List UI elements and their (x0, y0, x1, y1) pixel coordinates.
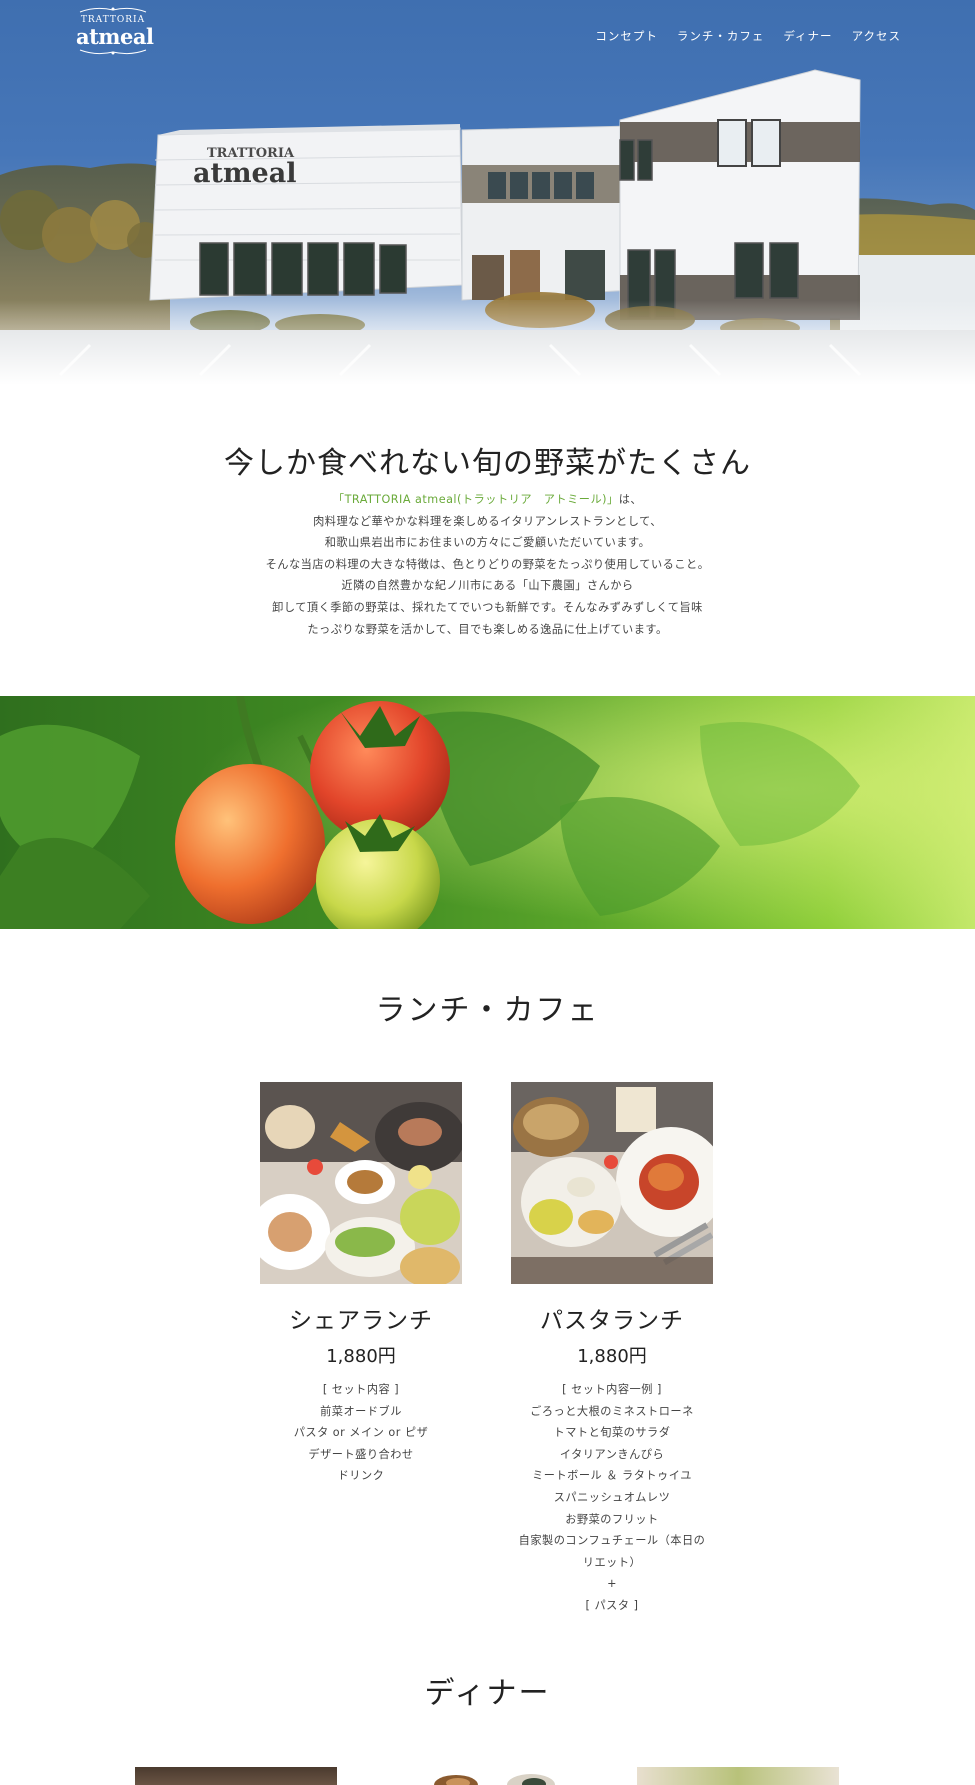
concept-line: 肉料理など華やかな料理を楽しめるイタリアンレストランとして、 (313, 514, 662, 528)
menu-card-pasta-lunch: パスタランチ 1,880円 [ セット内容一例 ] ごろっと大根のミネストローネ… (511, 1082, 713, 1617)
pasta-lunch-price: 1,880円 (577, 1346, 647, 1367)
menu-line: パスタ or メイン or ピザ (293, 1426, 429, 1440)
tomato-illustration (0, 696, 975, 929)
share-lunch-price: 1,880円 (326, 1346, 396, 1367)
main-nav: コンセプト ランチ・カフェ ディナー アクセス (595, 28, 901, 44)
menu-line: デザート盛り合わせ (308, 1447, 414, 1461)
concept-title: 今しか食べれない旬の野菜がたくさん (224, 446, 751, 481)
nav-dinner[interactable]: ディナー (783, 28, 832, 44)
menu-line: お野菜のフリット (565, 1512, 659, 1526)
nav-lunch-cafe[interactable]: ランチ・カフェ (677, 28, 765, 44)
dinner-photo-1 (135, 1767, 337, 1785)
menu-line: リエット） (582, 1555, 642, 1569)
nav-concept[interactable]: コンセプト (595, 28, 658, 44)
lunch-section-title: ランチ・カフェ (375, 993, 600, 1028)
nav-access[interactable]: アクセス (852, 28, 901, 44)
menu-line: ごろっと大根のミネストローネ (530, 1404, 694, 1418)
menu-line: ドリンク (337, 1469, 385, 1483)
hero-section: TRATTORIA atmeal TRATTORIA atmeal コンセプト … (0, 0, 975, 385)
share-lunch-photo (260, 1082, 462, 1284)
concept-line: 近隣の自然豊かな紀ノ川市にある「山下農園」さんから (341, 579, 634, 593)
menu-card-share-lunch: シェアランチ 1,880円 [ セット内容 ] 前菜オードブル パスタ or メ… (260, 1082, 462, 1487)
concept-lead-rest: は、 (618, 493, 643, 506)
menu-line: [ セット内容 ] (322, 1383, 400, 1396)
concept-body: 「TRATTORIA atmeal(トラットリア アトミール)」は、 肉料理など… (0, 489, 975, 640)
dinner-section-title: ディナー (424, 1676, 551, 1711)
pasta-lunch-photo (511, 1082, 713, 1284)
concept-line: たっぷりな野菜を活かして、目でも楽しめる逸品に仕上げています。 (307, 622, 668, 636)
menu-line: ミートボール ＆ ラタトゥイユ (532, 1469, 692, 1483)
concept-lead-highlight: 「TRATTORIA atmeal(トラットリア アトミール)」 (332, 493, 619, 506)
pasta-lunch-name: パスタランチ (540, 1308, 684, 1334)
menu-line: [ パスタ ] (585, 1598, 639, 1612)
logo-flourish-bottom (79, 49, 147, 55)
menu-line: + (607, 1577, 617, 1591)
menu-line: 前菜オードブル (320, 1404, 402, 1418)
share-lunch-contents: [ セット内容 ] 前菜オードブル パスタ or メイン or ピザ デザート盛… (260, 1379, 462, 1487)
site-logo[interactable]: TRATTORIA atmeal (76, 6, 154, 66)
tomato-banner-image (0, 696, 975, 929)
concept-lead: 「TRATTORIA atmeal(トラットリア アトミール)」は、 (0, 489, 975, 511)
pasta-lunch-contents: [ セット内容一例 ] ごろっと大根のミネストローネ トマトと旬菜のサラダ イタ… (511, 1379, 713, 1617)
menu-line: スパニッシュオムレツ (553, 1490, 671, 1504)
concept-line: 卸して頂く季節の野菜は、採れたてでいつも新鮮です。そんなみずみずしくて旨味 (272, 600, 703, 614)
dinner-photo-2 (386, 1767, 588, 1785)
menu-line: 自家製のコンフュチェール（本日の (518, 1534, 706, 1548)
logo-big-text: atmeal (76, 24, 154, 49)
building-sign-big: atmeal (193, 158, 296, 189)
dinner-photo-3 (637, 1767, 839, 1785)
menu-line: イタリアンきんぴら (559, 1447, 665, 1461)
concept-line: 和歌山県岩出市にお住まいの方々にご愛顧いただいています。 (324, 536, 651, 550)
concept-line: そんな当店の料理の大きな特徴は、色とりどりの野菜をたっぷり使用していること。 (265, 557, 710, 571)
menu-line: [ セット内容一例 ] (562, 1383, 662, 1396)
share-lunch-name: シェアランチ (289, 1308, 433, 1334)
logo-flourish-top (79, 7, 147, 13)
menu-line: トマトと旬菜のサラダ (553, 1426, 671, 1440)
